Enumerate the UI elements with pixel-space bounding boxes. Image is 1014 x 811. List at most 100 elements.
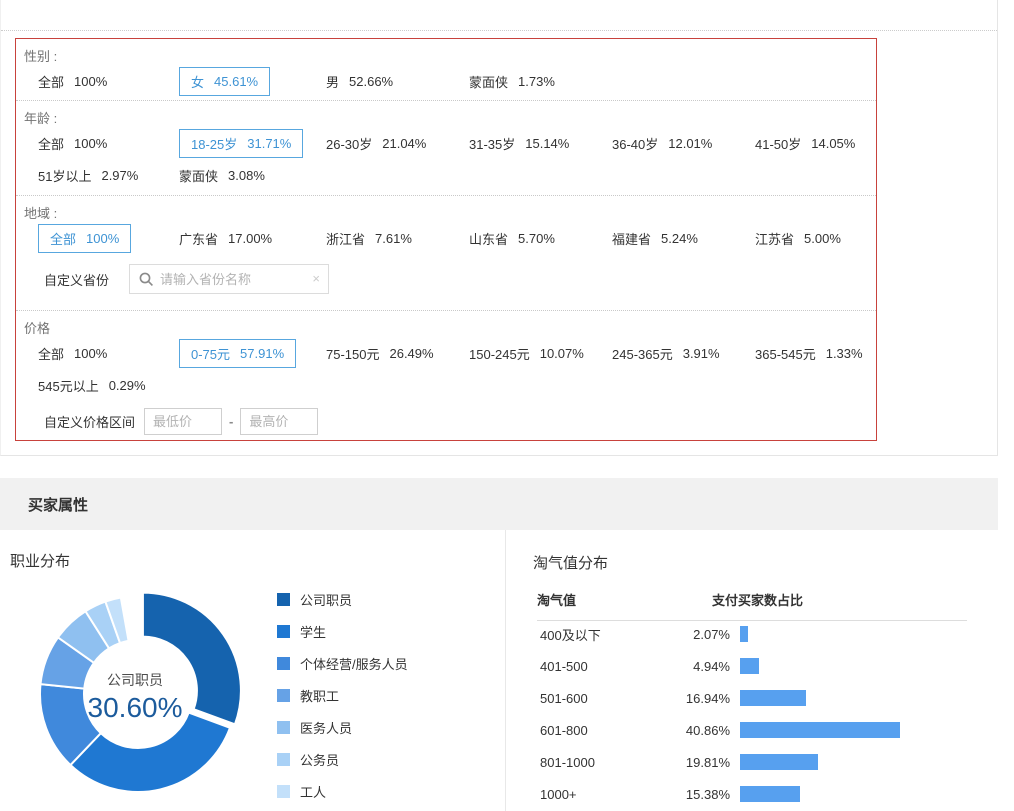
filter-option[interactable]: 41-50岁 14.05% [755, 134, 898, 153]
filter-option-value: 14.05% [811, 136, 855, 151]
legend-label: 个体经营/服务人员 [300, 654, 408, 673]
legend-swatch [277, 689, 290, 702]
filter-option-label: 545元以上 [38, 376, 99, 395]
legend-label: 医务人员 [300, 718, 352, 737]
price-range-row: 自定义价格区间 - [16, 401, 876, 441]
filter-option[interactable]: 全部100% [38, 344, 179, 363]
filter-section-gender: 性别 : 全部100%女45.61%男52.66%蒙面侠1.73% [16, 39, 876, 101]
filter-option[interactable]: 全部100% [38, 72, 179, 91]
legend-label: 工人 [300, 782, 326, 801]
taoqi-bar [740, 754, 818, 770]
filter-option-label: 女 [191, 72, 204, 91]
price-min-input[interactable] [144, 408, 222, 435]
filter-option[interactable]: 蒙面侠1.73% [469, 72, 612, 91]
legend-item[interactable]: 公司职员 [277, 590, 408, 609]
filter-option-label: 36-40岁 [612, 134, 658, 153]
province-search-label: 自定义省份 [44, 270, 109, 289]
filter-option-value: 31.71% [247, 136, 291, 151]
buyer-attributes-title: 买家属性 [28, 494, 88, 515]
occupation-chart-title: 职业分布 [10, 550, 70, 571]
buyer-attributes-header: 买家属性 [0, 478, 998, 530]
province-search-input[interactable] [160, 272, 302, 287]
filter-option-value: 100% [74, 74, 107, 89]
legend-label: 公司职员 [300, 590, 352, 609]
filter-option[interactable]: 全部 100% [38, 134, 179, 153]
legend-item[interactable]: 教职工 [277, 686, 408, 705]
filter-section-region: 地域 : 全部100%广东省17.00%浙江省7.61%山东省5.70%福建省5… [16, 196, 876, 311]
legend-item[interactable]: 工人 [277, 782, 408, 801]
province-search-box[interactable]: × [129, 264, 329, 294]
filter-option-label: 18-25岁 [191, 134, 237, 153]
occupation-panel: 职业分布 公司职员 30.60% 公司职员学生个体经营/服务人员教职工医务人员公… [0, 530, 506, 811]
occupation-legend: 公司职员学生个体经营/服务人员教职工医务人员公务员工人 [277, 590, 408, 811]
taoqi-range-label: 400及以下 [533, 625, 648, 644]
filter-option[interactable]: 浙江省7.61% [326, 229, 469, 248]
filter-option-label: 男 [326, 72, 339, 91]
filter-option-label: 365-545元 [755, 344, 816, 363]
filter-option-value: 21.04% [382, 136, 426, 151]
legend-item[interactable]: 医务人员 [277, 718, 408, 737]
filter-option[interactable]: 245-365元3.91% [612, 344, 755, 363]
legend-swatch [277, 753, 290, 766]
filter-option-value: 10.07% [540, 346, 584, 361]
filter-section-title: 价格 [16, 311, 876, 337]
legend-item[interactable]: 个体经营/服务人员 [277, 654, 408, 673]
charts-area: 职业分布 公司职员 30.60% 公司职员学生个体经营/服务人员教职工医务人员公… [0, 530, 998, 811]
legend-item[interactable]: 学生 [277, 622, 408, 641]
filter-option[interactable]: 福建省5.24% [612, 229, 755, 248]
filter-option-label: 福建省 [612, 229, 651, 248]
analytics-page: 收藏人数？： 您目前可获得收藏人数详情？ 性别 : 全部100%女45.61%男… [0, 0, 1014, 811]
legend-label: 公务员 [300, 750, 339, 769]
legend-swatch [277, 721, 290, 734]
clear-icon[interactable]: × [312, 271, 320, 286]
filter-option-value: 100% [74, 136, 107, 151]
filter-option-value: 45.61% [214, 74, 258, 89]
filter-option[interactable]: 江苏省5.00% [755, 229, 898, 248]
filter-highlight-box: 性别 : 全部100%女45.61%男52.66%蒙面侠1.73% 年龄 : 全… [15, 38, 877, 441]
filter-option-label: 全部 [50, 229, 76, 248]
filter-option-label: 山东省 [469, 229, 508, 248]
filter-option[interactable]: 0-75元57.91% [179, 339, 326, 368]
filter-option[interactable]: 山东省 5.70% [469, 229, 612, 248]
occupation-donut-chart: 公司职员 30.60% [15, 582, 255, 811]
filter-option[interactable]: 18-25岁 31.71% [179, 129, 326, 158]
filter-option-value: 100% [86, 231, 119, 246]
filter-option[interactable]: 150-245元10.07% [469, 344, 612, 363]
filter-option-label: 41-50岁 [755, 134, 801, 153]
filter-option[interactable]: 全部 100% [38, 224, 179, 253]
filter-option-value: 5.70% [518, 231, 555, 246]
filter-option[interactable]: 31-35岁15.14% [469, 134, 612, 153]
taoqi-percent: 2.07% [648, 627, 730, 642]
filter-option[interactable]: 蒙面侠3.08% [179, 166, 326, 185]
filter-option-value: 5.00% [804, 231, 841, 246]
filter-option[interactable]: 51岁以上2.97% [38, 166, 179, 185]
filter-option[interactable]: 男52.66% [326, 72, 469, 91]
filter-option[interactable]: 女 45.61% [179, 67, 326, 96]
filter-option[interactable]: 545元以上0.29% [38, 376, 179, 395]
filter-option[interactable]: 36-40岁 12.01% [612, 134, 755, 153]
filter-option-value: 12.01% [668, 136, 712, 151]
taoqi-percent: 19.81% [648, 755, 730, 770]
taoqi-percent: 4.94% [648, 659, 730, 674]
legend-item[interactable]: 公务员 [277, 750, 408, 769]
ratio-col-header: 支付买家数占比 [712, 590, 803, 609]
taoqi-table-header: 淘气值 支付买家数占比 [537, 590, 967, 621]
filter-option[interactable]: 75-150元26.49% [326, 344, 469, 363]
filter-option[interactable]: 365-545元1.33% [755, 344, 898, 363]
filter-option[interactable]: 26-30岁21.04% [326, 134, 469, 153]
filter-option-label: 全部 [38, 134, 64, 153]
taoqi-col-header: 淘气值 [537, 590, 712, 609]
legend-swatch [277, 625, 290, 638]
filter-section-title: 年龄 : [16, 101, 876, 127]
taoqi-chart-title: 淘气值分布 [533, 552, 608, 573]
filter-section-age: 年龄 : 全部 100% 18-25岁 31.71% 26-30岁21.04%31-35… [16, 101, 876, 196]
price-max-input[interactable] [240, 408, 318, 435]
filter-option-value: 15.14% [525, 136, 569, 151]
range-dash: - [229, 414, 233, 429]
taoqi-range-label: 501-600 [533, 691, 648, 706]
filter-option-label: 51岁以上 [38, 166, 91, 185]
taoqi-range-label: 401-500 [533, 659, 648, 674]
taoqi-bar [740, 626, 748, 642]
dotted-divider [1, 30, 997, 31]
filter-option[interactable]: 广东省17.00% [179, 229, 326, 248]
